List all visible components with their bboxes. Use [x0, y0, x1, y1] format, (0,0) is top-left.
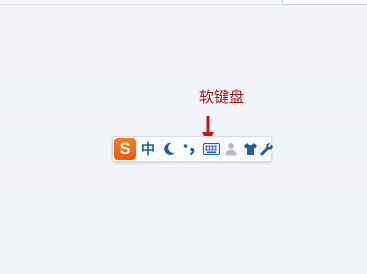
user-icon — [225, 143, 237, 156]
top-input-field[interactable] — [282, 0, 367, 5]
punctuation-icon — [183, 144, 195, 155]
tools-button[interactable] — [259, 137, 273, 161]
input-mode-label: 中 — [141, 142, 155, 158]
ime-status-toolbar: S 中 — [112, 136, 273, 162]
sogou-logo-letter: S — [119, 139, 131, 158]
wrench-icon — [259, 142, 273, 156]
keyboard-icon — [202, 143, 220, 155]
full-half-width-button[interactable] — [160, 137, 178, 161]
skin-button[interactable] — [241, 137, 259, 161]
punctuation-toggle-button[interactable] — [180, 137, 198, 161]
sogou-logo-button[interactable]: S — [114, 138, 136, 160]
moon-icon — [164, 142, 175, 155]
annotation-label: 软键盘 — [199, 88, 245, 106]
input-mode-toggle[interactable]: 中 — [139, 137, 157, 161]
soft-keyboard-button[interactable] — [200, 137, 222, 161]
user-account-button[interactable] — [223, 137, 239, 161]
shirt-icon — [243, 143, 257, 155]
